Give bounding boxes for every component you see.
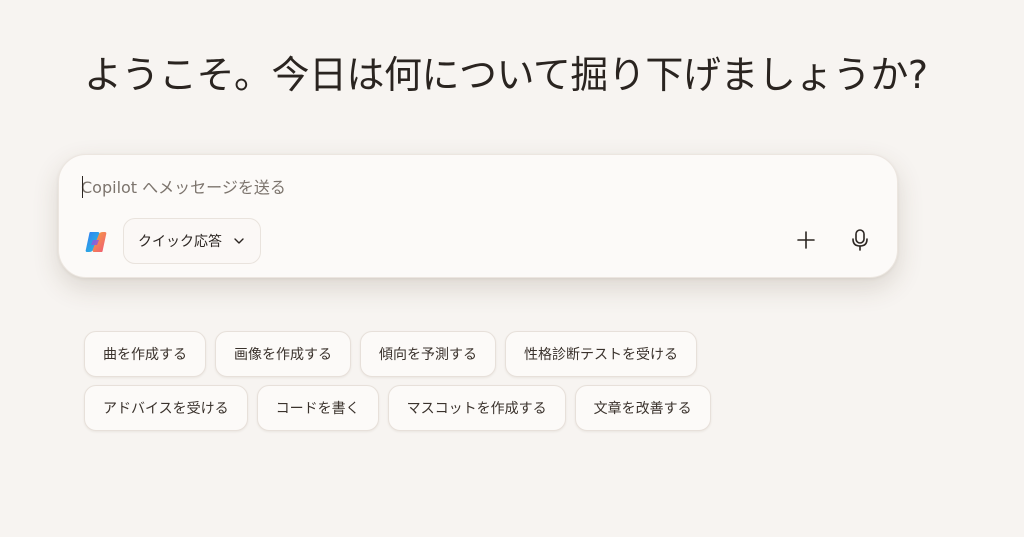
suggestion-chip-create-song[interactable]: 曲を作成する bbox=[84, 331, 206, 377]
add-attachment-button[interactable] bbox=[789, 225, 823, 259]
response-mode-dropdown[interactable]: クイック応答 bbox=[123, 218, 261, 264]
message-input[interactable] bbox=[81, 173, 861, 201]
suggestion-chips: 曲を作成する 画像を作成する 傾向を予測する 性格診断テストを受ける アドバイス… bbox=[84, 331, 784, 439]
chevron-down-icon bbox=[232, 234, 246, 248]
copilot-logo-icon bbox=[83, 229, 109, 255]
text-caret bbox=[82, 176, 83, 198]
suggestion-chip-improve-writing[interactable]: 文章を改善する bbox=[574, 385, 711, 431]
suggestion-chip-predict-trends[interactable]: 傾向を予測する bbox=[360, 331, 496, 377]
suggestion-chip-create-mascot[interactable]: マスコットを作成する bbox=[387, 385, 566, 431]
page-title: ようこそ。今日は何について掘り下げましょうか? bbox=[84, 53, 928, 97]
suggestion-chip-write-code[interactable]: コードを書く bbox=[256, 385, 379, 431]
suggestion-chip-create-image[interactable]: 画像を作成する bbox=[215, 331, 351, 377]
suggestion-row-1: 曲を作成する 画像を作成する 傾向を予測する 性格診断テストを受ける bbox=[84, 331, 784, 377]
copilot-home: ようこそ。今日は何について掘り下げましょうか? Copilot へメッセージを送… bbox=[0, 0, 1024, 537]
plus-icon bbox=[795, 229, 817, 255]
suggestion-chip-personality-test[interactable]: 性格診断テストを受ける bbox=[505, 331, 697, 377]
suggestion-row-2: アドバイスを受ける コードを書く マスコットを作成する 文章を改善する bbox=[84, 385, 784, 431]
message-composer: クイック応答 bbox=[58, 154, 898, 278]
microphone-icon bbox=[849, 228, 871, 256]
response-mode-label: クイック応答 bbox=[138, 234, 222, 250]
suggestion-chip-get-advice[interactable]: アドバイスを受ける bbox=[84, 385, 248, 431]
voice-input-button[interactable] bbox=[843, 225, 877, 259]
